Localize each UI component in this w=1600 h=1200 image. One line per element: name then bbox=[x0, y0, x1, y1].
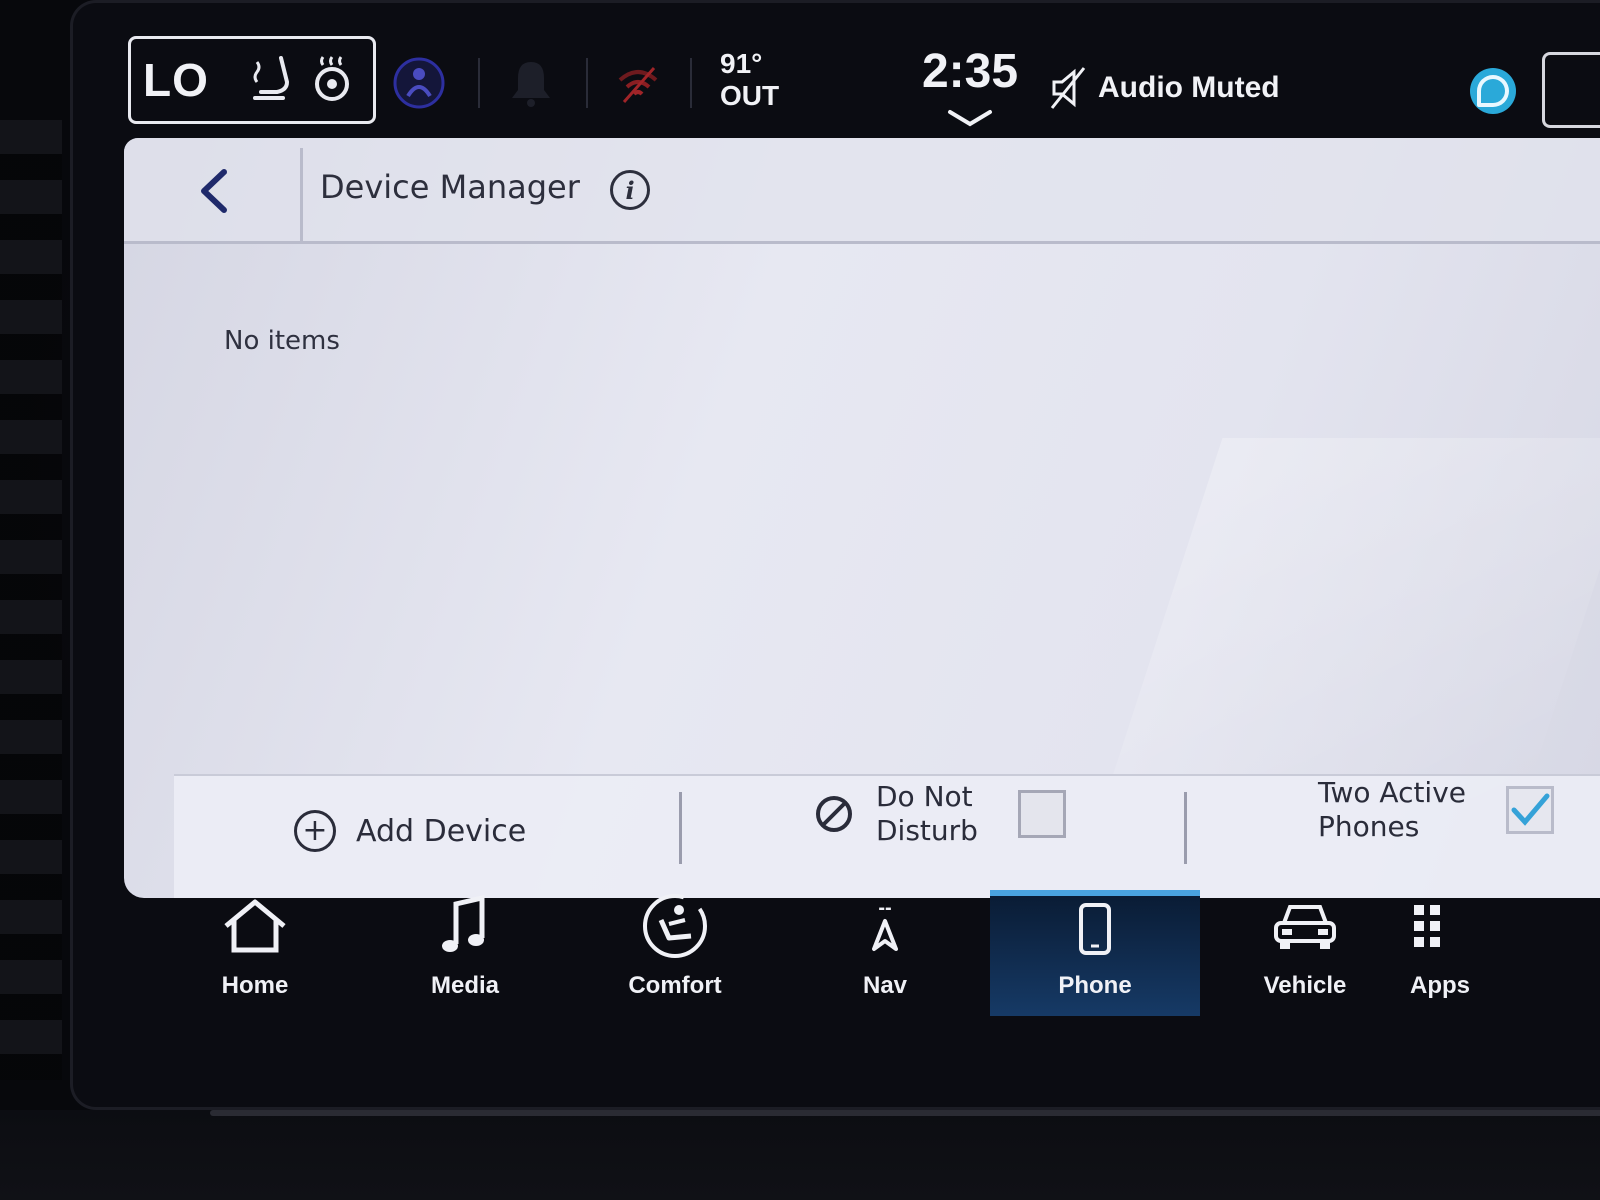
status-separator bbox=[478, 58, 480, 108]
nav-label: Comfort bbox=[628, 972, 722, 999]
nav-label: Nav bbox=[862, 972, 908, 999]
nav-item-apps[interactable]: Apps bbox=[1410, 890, 1470, 1016]
voice-assistant-icon[interactable] bbox=[1470, 68, 1516, 114]
apps-grid-icon bbox=[1414, 905, 1440, 947]
info-button[interactable]: i bbox=[610, 170, 650, 210]
dashboard-rim bbox=[210, 1110, 1600, 1116]
nav-label: Vehicle bbox=[1263, 972, 1347, 999]
steering-wheel-heat-icon bbox=[315, 56, 349, 101]
add-circle-icon: + bbox=[294, 810, 336, 852]
device-manager-panel: Device Manager i No items + Add Device D… bbox=[124, 138, 1600, 898]
outside-temperature: 91° OUT bbox=[720, 48, 810, 112]
clock-time[interactable]: 2:35 bbox=[910, 44, 1030, 99]
notification-bell-icon[interactable] bbox=[508, 58, 554, 108]
wifi-off-icon[interactable] bbox=[616, 64, 660, 104]
music-note-icon bbox=[442, 894, 485, 952]
infotainment-photo: LO 91° OUT 2:35 Audio Muted Device Manag… bbox=[0, 0, 1600, 1200]
add-device-label: Add Device bbox=[356, 813, 527, 849]
nav-top-text: -- bbox=[878, 897, 892, 919]
status-separator bbox=[586, 58, 588, 108]
nav-item-nav[interactable]: -- Nav bbox=[780, 890, 990, 1016]
audio-muted-icon bbox=[1050, 67, 1086, 109]
action-separator bbox=[679, 792, 682, 864]
nav-label: Apps bbox=[1410, 972, 1470, 999]
nav-item-comfort[interactable]: Comfort bbox=[570, 890, 780, 1016]
action-bar: + Add Device Do Not Disturb Two Active P… bbox=[174, 774, 1600, 898]
two-active-phones-label: Two Active Phones bbox=[1318, 776, 1467, 843]
home-icon bbox=[224, 899, 286, 953]
dashboard-trim bbox=[0, 1110, 1600, 1200]
clock-expand-chevron-icon[interactable] bbox=[946, 108, 994, 128]
info-icon: i bbox=[625, 175, 635, 205]
status-bar: LO 91° OUT 2:35 Audio Muted bbox=[120, 30, 1600, 135]
audio-status[interactable]: Audio Muted bbox=[1048, 66, 1280, 110]
car-icon bbox=[1274, 905, 1336, 949]
two-active-phones-checkbox[interactable] bbox=[1506, 786, 1554, 834]
audio-status-label: Audio Muted bbox=[1098, 71, 1280, 104]
navigation-arrow-icon bbox=[872, 919, 898, 951]
climate-control-button[interactable]: LO bbox=[128, 36, 376, 124]
page-title: Device Manager bbox=[320, 168, 580, 206]
temperature-value: 91° bbox=[720, 48, 763, 79]
air-vent bbox=[0, 120, 62, 1080]
status-separator bbox=[690, 58, 692, 108]
nav-label: Phone bbox=[1058, 972, 1132, 999]
back-button[interactable] bbox=[164, 158, 264, 224]
empty-list-message: No items bbox=[224, 326, 340, 356]
checkmark-icon bbox=[1511, 793, 1550, 826]
temperature-label: OUT bbox=[720, 80, 780, 111]
climate-setting: LO bbox=[143, 54, 209, 106]
do-not-disturb-icon bbox=[816, 796, 852, 832]
chevron-left-icon bbox=[201, 169, 227, 213]
bottom-navigation: Home Media Comfort -- Nav Phone Vehicle … bbox=[150, 890, 1600, 1020]
do-not-disturb-label: Do Not Disturb bbox=[876, 780, 978, 847]
do-not-disturb-toggle[interactable]: Do Not Disturb bbox=[814, 780, 1066, 848]
header-separator bbox=[300, 148, 303, 244]
do-not-disturb-checkbox[interactable] bbox=[1018, 790, 1066, 838]
nav-item-home[interactable]: Home bbox=[150, 890, 360, 1016]
driver-assist-icon[interactable] bbox=[392, 56, 446, 110]
seat-comfort-icon bbox=[643, 894, 707, 958]
add-device-button[interactable]: + Add Device bbox=[294, 810, 526, 852]
action-separator bbox=[1184, 792, 1187, 864]
edge-menu-button[interactable] bbox=[1542, 52, 1600, 128]
page-header: Device Manager i bbox=[124, 138, 1600, 244]
nav-item-media[interactable]: Media bbox=[360, 890, 570, 1016]
nav-label: Media bbox=[430, 972, 499, 999]
two-active-phones-toggle[interactable]: Two Active Phones bbox=[1318, 776, 1554, 844]
seat-heat-icon bbox=[253, 56, 290, 100]
nav-item-vehicle[interactable]: Vehicle bbox=[1200, 890, 1410, 1016]
nav-item-phone[interactable]: Phone bbox=[990, 890, 1200, 1016]
phone-icon bbox=[1079, 903, 1111, 955]
nav-label: Home bbox=[221, 972, 289, 999]
